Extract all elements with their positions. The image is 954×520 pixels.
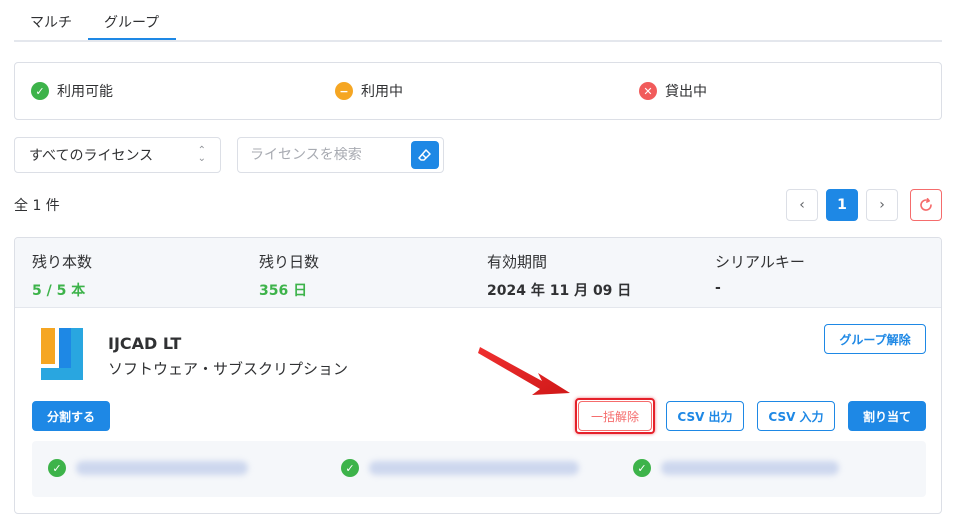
result-count: 全 1 件 [14, 198, 60, 214]
seat-item[interactable]: ✓ [633, 459, 839, 477]
annotation-arrow [478, 347, 570, 395]
seat-item[interactable]: ✓ [341, 459, 579, 477]
tab-group[interactable]: グループ [104, 12, 159, 32]
stat-serial-key: シリアルキー - [715, 251, 805, 296]
refresh-button[interactable] [910, 189, 942, 221]
ungroup-button[interactable]: グループ解除 [824, 324, 926, 354]
tab-multi[interactable]: マルチ [30, 12, 72, 32]
legend-in-use-label: 利用中 [361, 84, 403, 100]
legend-available: ✓ 利用可能 [31, 81, 113, 101]
stat-value: 356 日 [259, 283, 308, 299]
check-circle-icon: ✓ [633, 459, 651, 477]
ijcad-logo [41, 328, 83, 380]
x-circle-icon: ✕ [639, 82, 657, 100]
card-header: 残り本数 5 / 5 本 残り日数 356 日 有効期間 2024 年 11 月… [15, 238, 941, 308]
check-circle-icon: ✓ [48, 459, 66, 477]
stat-value: 5 / 5 本 [32, 283, 86, 299]
sort-caret-icon: ⌃ ⌄ [197, 145, 206, 164]
tab-bar: マルチ グループ [14, 0, 942, 42]
legend-lent: ✕ 貸出中 [639, 81, 707, 101]
page-1-button[interactable]: 1 [826, 189, 858, 221]
stat-value: 2024 年 11 月 09 日 [487, 283, 632, 299]
legend-available-label: 利用可能 [57, 84, 113, 100]
license-search-input[interactable] [250, 147, 410, 163]
legend-lent-label: 貸出中 [665, 84, 707, 100]
split-button[interactable]: 分割する [32, 401, 110, 431]
eraser-icon [418, 149, 431, 161]
stat-remaining-days: 残り日数 356 日 [259, 251, 319, 300]
blurred-user [661, 461, 839, 475]
stat-value: - [715, 280, 721, 296]
prev-page-button[interactable]: ‹ [786, 189, 818, 221]
product-type: ソフトウェア・サブスクリプション [108, 360, 349, 378]
stat-label: 残り日数 [259, 253, 320, 271]
stat-remaining-count: 残り本数 5 / 5 本 [32, 251, 92, 300]
stat-label: シリアルキー [715, 253, 805, 271]
blurred-user [76, 461, 248, 475]
status-legend: ✓ 利用可能 − 利用中 ✕ 貸出中 [14, 62, 942, 120]
assign-button[interactable]: 割り当て [848, 401, 926, 431]
stat-label: 残り本数 [32, 253, 93, 271]
blurred-user [369, 461, 579, 475]
refresh-icon [920, 198, 932, 211]
seat-item[interactable]: ✓ [48, 459, 248, 477]
license-filter-select[interactable]: すべてのライセンス ⌃ ⌄ [14, 137, 221, 173]
stat-expiry: 有効期間 2024 年 11 月 09 日 [487, 251, 631, 300]
license-filter-value: すべてのライセンス [29, 148, 154, 164]
stat-label: 有効期間 [487, 253, 548, 271]
csv-import-button[interactable]: CSV 入力 [757, 401, 835, 431]
check-circle-icon: ✓ [31, 82, 49, 100]
minus-circle-icon: − [335, 82, 353, 100]
eraser-button[interactable] [411, 141, 439, 169]
bulk-release-button[interactable]: 一括解除 [578, 401, 652, 431]
license-search [237, 137, 444, 173]
check-circle-icon: ✓ [341, 459, 359, 477]
csv-export-button[interactable]: CSV 出力 [666, 401, 744, 431]
active-tab-indicator [88, 38, 176, 40]
product-name: IJCAD LT [108, 334, 182, 353]
legend-in-use: − 利用中 [335, 81, 403, 101]
seat-list: ✓ ✓ ✓ [32, 441, 926, 497]
next-page-button[interactable]: › [866, 189, 898, 221]
